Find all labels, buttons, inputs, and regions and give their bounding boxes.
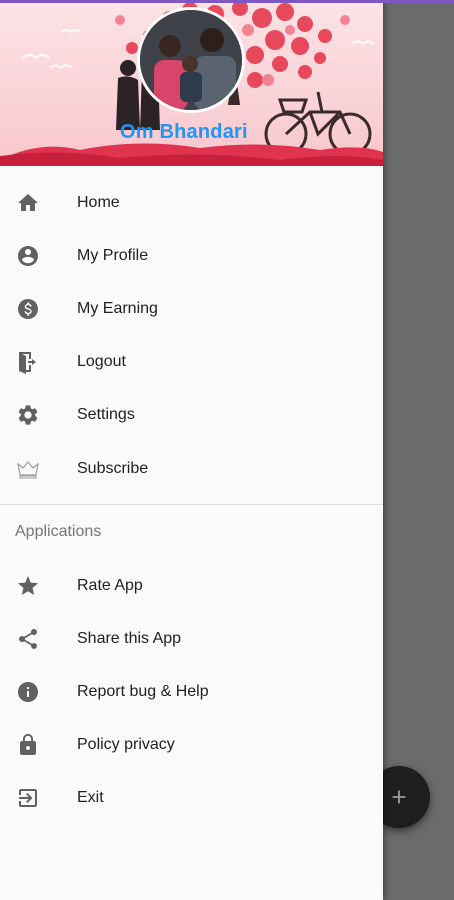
user-name: Om Bhandari [120, 121, 248, 143]
applications-menu: Rate App Share this App Report bug & Hel… [0, 559, 383, 825]
share-icon [15, 626, 41, 652]
menu-item-rate-app[interactable]: Rate App [0, 559, 383, 612]
drawer-header: Om Bhandari [0, 0, 383, 166]
menu-item-label: My Earning [77, 299, 158, 317]
navigation-drawer: Om Bhandari Home My Profile My Earning L… [0, 0, 383, 900]
menu-item-label: Home [77, 193, 120, 211]
menu-item-label: Settings [77, 406, 135, 424]
crown-icon [15, 456, 41, 482]
menu-item-logout[interactable]: Logout [0, 336, 383, 389]
menu-item-label: Report bug & Help [77, 682, 209, 700]
menu-item-my-earning[interactable]: My Earning [0, 282, 383, 335]
main-menu: Home My Profile My Earning Logout Settin… [0, 176, 383, 495]
logout-door-icon [15, 349, 41, 375]
menu-item-label: My Profile [77, 246, 149, 264]
plus-icon [392, 790, 406, 804]
avatar[interactable] [137, 7, 245, 113]
applications-section-title: Applications [15, 523, 102, 540]
star-icon [15, 573, 41, 599]
menu-item-label: Rate App [77, 576, 143, 594]
menu-item-my-profile[interactable]: My Profile [0, 229, 383, 282]
menu-item-label: Policy privacy [77, 736, 175, 754]
menu-item-label: Share this App [77, 629, 182, 647]
dollar-circle-icon [15, 296, 41, 322]
avatar-photo [140, 10, 242, 110]
menu-item-label: Logout [77, 353, 126, 371]
gear-icon [15, 402, 41, 428]
menu-item-home[interactable]: Home [0, 176, 383, 229]
menu-divider [0, 504, 383, 505]
lock-icon [15, 732, 41, 758]
menu-item-settings[interactable]: Settings [0, 389, 383, 442]
menu-item-label: Subscribe [77, 459, 149, 477]
account-circle-icon [15, 243, 41, 269]
status-strip [0, 0, 454, 3]
menu-item-subscribe[interactable]: Subscribe [0, 442, 383, 495]
exit-icon [15, 785, 41, 811]
menu-item-label: Exit [77, 789, 104, 807]
menu-item-policy-privacy[interactable]: Policy privacy [0, 719, 383, 772]
menu-item-exit[interactable]: Exit [0, 772, 383, 825]
info-icon [15, 679, 41, 705]
menu-item-report-bug[interactable]: Report bug & Help [0, 665, 383, 718]
menu-item-share-app[interactable]: Share this App [0, 612, 383, 665]
home-icon [15, 190, 41, 216]
